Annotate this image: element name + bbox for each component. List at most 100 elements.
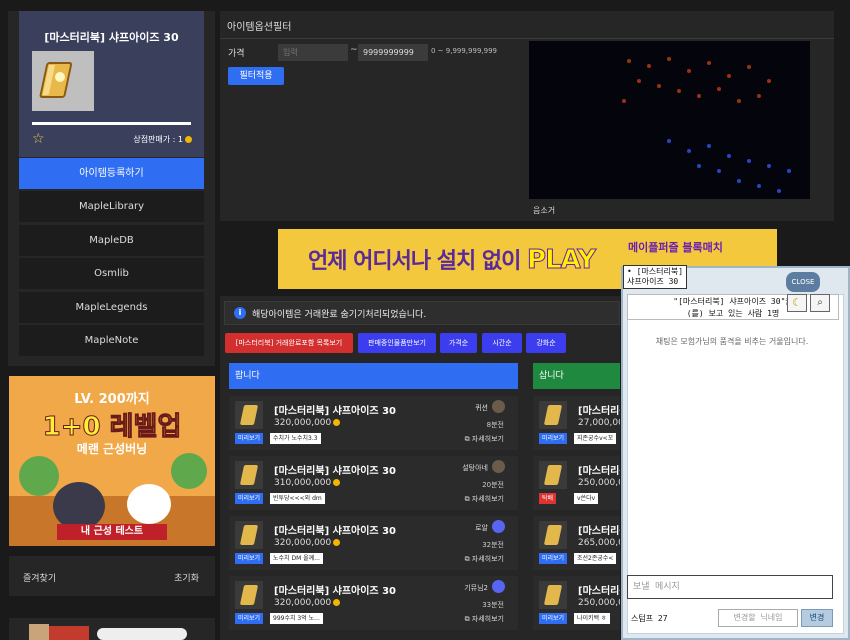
chat-close-button[interactable]: CLOSE [786, 272, 820, 292]
coin-icon [185, 136, 192, 143]
listing-time: 8분전 [486, 421, 504, 429]
listing-price: 250,000,0 [578, 598, 620, 608]
seller-name: 설탕아네 [462, 464, 488, 472]
listing-price: 27,000,000 [578, 418, 620, 428]
preview-button[interactable]: 미리보기 [235, 493, 264, 504]
chat-system-message: 채팅은 모험가님의 품격을 비추는 거울입니다. [655, 337, 809, 346]
detail-link[interactable]: ⧉ 자세히보기 [465, 614, 504, 624]
listing-memo: 나이키백 ㅎ [574, 613, 610, 624]
favorites-panel: 즐겨찾기 초기화 [9, 556, 215, 596]
progress-bar [32, 122, 191, 125]
seller-name: 퀴션 [475, 404, 488, 412]
max-price-input[interactable] [358, 44, 428, 61]
detail-link[interactable]: ⧉ 자세히보기 [465, 554, 504, 564]
listing-time: 33분전 [482, 601, 504, 609]
listing-time: 20분전 [482, 481, 504, 489]
min-price-input[interactable] [278, 44, 348, 61]
listing-memo: v쓴다v [574, 493, 599, 504]
nav-maplelegends[interactable]: MapleLegends [19, 292, 204, 323]
preview-button[interactable]: 미리보기 [539, 433, 568, 444]
item-thumbnail-icon [235, 581, 263, 609]
sell-listing-row[interactable]: [마스터리북] 샤프아이즈 30 320,000,000 기뮤님2 33분전 미리보기 9… [229, 576, 518, 630]
item-thumbnail-icon [235, 401, 263, 429]
preview-button[interactable]: 미리보기 [235, 433, 264, 444]
tab-sort-enhance[interactable]: 강화순 [526, 333, 566, 353]
preview-button[interactable]: 미리보기 [235, 613, 264, 624]
video-player[interactable] [529, 41, 810, 199]
info-icon: i [234, 307, 246, 319]
preview-button[interactable]: 탁배 [539, 493, 557, 504]
ad-line2: 1+0 레벨업 [42, 412, 182, 443]
banner-play: PLAY [527, 245, 597, 276]
tab-sort-price[interactable]: 가격순 [440, 333, 477, 353]
mute-button[interactable]: 음소거 [533, 205, 555, 216]
listing-price: 265,000,0 [578, 538, 620, 548]
sell-header: 팝니다 [229, 363, 518, 389]
listing-name: [마스터리북] [578, 466, 620, 477]
seller-avatar-icon [492, 460, 505, 473]
notice-text: 해당아이템은 거래완료 숨기기처리되었습니다. [252, 310, 427, 320]
register-item-button[interactable]: 아이템등록하기 [19, 158, 204, 189]
nickname-input[interactable]: 변경할 닉네임 [718, 609, 798, 627]
nav-maplenote[interactable]: MapleNote [19, 325, 204, 356]
mastery-book-icon [39, 62, 73, 98]
range-tilde: ~ [350, 45, 358, 55]
tab-sort-time[interactable]: 시간순 [482, 333, 522, 353]
item-thumbnail-icon [235, 521, 263, 549]
buy-listing-row[interactable]: [마스터리북]265,000,0 미리보기 조선2존궁수< [533, 516, 620, 570]
chat-message-input[interactable]: 보낼 메시지 [627, 575, 833, 599]
sell-listing-row[interactable]: [마스터리북] 샤프아이즈 30 310,000,000 설탕아네 20분전 미리보기 빈… [229, 456, 518, 510]
listing-name: [마스터리북] 샤프아이즈 30 [274, 526, 397, 537]
listing-memo: 999수치 3억 노... [270, 613, 323, 624]
detail-link[interactable]: ⧉ 자세히보기 [465, 494, 504, 504]
tab-show-completed[interactable]: [마스터리북] 거래완료포함 목록보기 [225, 333, 353, 353]
detail-link[interactable]: ⧉ 자세히보기 [465, 434, 504, 444]
listing-memo: 지존궁수v<꼬 [574, 433, 617, 444]
ad-line3: 메랜 근성버닝 [76, 442, 148, 456]
preview-button[interactable]: 미리보기 [539, 613, 568, 624]
nickname-label: 스텀프 27 [631, 614, 668, 623]
listing-name: [마스터리북] [578, 406, 620, 417]
left-advertisement[interactable]: LV. 200까지 1+0 레벨업 메랜 근성버닝 내 근성 테스트 [9, 376, 215, 546]
bottom-input[interactable] [97, 628, 187, 640]
listing-price: 320,000,000 [274, 418, 341, 428]
moon-icon[interactable]: ☾ [787, 294, 807, 312]
tab-selling-only[interactable]: 판매중인물품만보기 [358, 333, 436, 353]
item-card: [마스터리북] 샤프아이즈 30 ☆ 상점판매가 : 1 [19, 11, 204, 157]
seller-name: 로알 [475, 524, 488, 532]
sell-listing-row[interactable]: [마스터리북] 샤프아이즈 30 320,000,000 로알 32분전 미리보기 노수치… [229, 516, 518, 570]
chat-footer: 스텀프 27 변경할 닉네임 변경 [627, 606, 839, 632]
left-bottom-panel [9, 618, 215, 640]
search-icon[interactable]: ⌕ [810, 294, 830, 312]
concert-video-frame [529, 41, 810, 199]
shop-price-label: 상점판매가 : 1 [133, 135, 183, 144]
price-label: 가격 [228, 49, 245, 59]
favorites-title: 즐겨찾기 [23, 574, 57, 584]
buy-listing-row[interactable]: [마스터리북]27,000,000 미리보기 지존궁수v<꼬 [533, 396, 620, 450]
listing-name: [마스터리북] 샤프아이즈 30 [274, 586, 397, 597]
apply-filter-button[interactable]: 필터적용 [228, 67, 284, 85]
item-thumbnail-icon [539, 401, 567, 429]
listing-name: [마스터리북] [578, 586, 620, 597]
nav-osmlib[interactable]: Osmlib [19, 258, 204, 289]
ad-line1: LV. 200까지 [74, 392, 150, 407]
preview-button[interactable]: 미리보기 [539, 553, 568, 564]
tooltip-line1: • [마스터리북] [627, 267, 684, 276]
discord-icon [492, 580, 505, 593]
ad-cta[interactable]: 내 근성 테스트 [57, 524, 167, 540]
nav-mapledb[interactable]: MapleDB [19, 225, 204, 256]
listing-memo: 빈투당<<<외 dm [270, 493, 325, 504]
preview-button[interactable]: 미리보기 [235, 553, 264, 564]
listing-memo: 조선2존궁수< [574, 553, 617, 564]
buy-listing-row[interactable]: [마스터리북]250,000,0 탁배 v쓴다v [533, 456, 620, 510]
nav-maplelibrary[interactable]: MapleLibrary [19, 191, 204, 222]
listing-memo: 노수치 DM 올께... [270, 553, 323, 564]
listing-name: [마스터리북] [578, 526, 620, 537]
favorite-star-icon[interactable]: ☆ [32, 131, 45, 147]
sell-listing-row[interactable]: [마스터리북] 샤프아이즈 30 320,000,000 퀴션 8분전 미리보기 수치가 … [229, 396, 518, 450]
item-thumbnail-icon [539, 521, 567, 549]
listing-price: 310,000,000 [274, 478, 341, 488]
favorites-reset-button[interactable]: 초기화 [174, 571, 199, 584]
nickname-change-button[interactable]: 변경 [801, 609, 833, 627]
buy-listing-row[interactable]: [마스터리북]250,000,0 미리보기 나이키백 ㅎ [533, 576, 620, 630]
